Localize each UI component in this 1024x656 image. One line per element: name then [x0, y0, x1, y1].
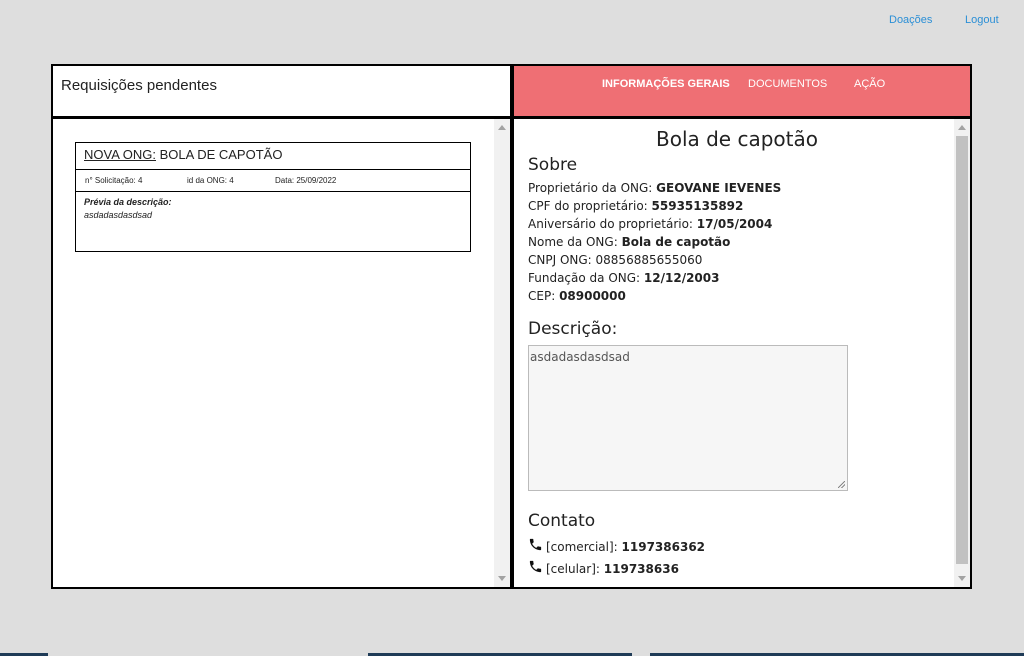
- contact-number: 1197386362: [621, 540, 706, 554]
- info-owner: Proprietário da ONG: GEOVANE IEVENES: [528, 181, 782, 195]
- description-textarea[interactable]: asdadasdasdsad: [528, 345, 848, 491]
- contact-number: 119738636: [603, 562, 679, 576]
- ong-details-content: Bola de capotão Sobre Proprietário da ON…: [528, 127, 946, 576]
- description-title: Descrição:: [528, 319, 618, 339]
- left-scrollbar[interactable]: [494, 119, 510, 587]
- scroll-down-arrow-icon[interactable]: [498, 576, 506, 581]
- description-text: asdadasdasdsad: [530, 350, 630, 364]
- scroll-down-arrow-icon[interactable]: [958, 576, 966, 581]
- right-scrollbar[interactable]: [954, 119, 970, 587]
- scroll-thumb[interactable]: [956, 136, 968, 564]
- contact-type: [comercial]:: [546, 540, 622, 554]
- info-cnpj: CNPJ ONG: 08856885655060: [528, 253, 703, 267]
- pending-requests-title: Requisições pendentes: [61, 77, 217, 94]
- main-frame: Requisições pendentes INFORMAÇÕES GERAIS…: [51, 64, 972, 589]
- ong-title: Bola de capotão: [655, 127, 818, 151]
- donations-link[interactable]: Doações: [889, 14, 932, 26]
- right-panel-tabs: INFORMAÇÕES GERAIS DOCUMENTOS AÇÃO: [514, 66, 970, 116]
- info-cpf: CPF do proprietário: 55935135892: [528, 199, 744, 213]
- scroll-up-arrow-icon[interactable]: [498, 125, 506, 130]
- info-foundation: Fundação da ONG: 12/12/2003: [528, 271, 720, 285]
- info-cep: CEP: 08900000: [528, 289, 626, 303]
- description-preview: Prévia da descrição: asdadasdasdsad: [76, 192, 470, 220]
- request-number: n° Solicitação: 4: [85, 176, 143, 185]
- contact-type: [celular]:: [546, 562, 604, 576]
- resize-grip-icon[interactable]: [838, 481, 845, 488]
- ong-name: BOLA DE CAPOTÃO: [156, 147, 283, 162]
- request-card[interactable]: NOVA ONG: BOLA DE CAPOTÃO n° Solicitação…: [75, 142, 471, 252]
- info-birthday: Aniversário do proprietário: 17/05/2004: [528, 217, 773, 231]
- ong-details-panel[interactable]: Bola de capotão Sobre Proprietário da ON…: [514, 119, 970, 587]
- tab-action[interactable]: AÇÃO: [854, 78, 885, 90]
- tab-general-info[interactable]: INFORMAÇÕES GERAIS: [602, 78, 730, 90]
- request-card-title: NOVA ONG: BOLA DE CAPOTÃO: [76, 143, 470, 170]
- ong-info-list: Proprietário da ONG: GEOVANE IEVENES CPF…: [528, 179, 946, 305]
- contact-mobile: [celular]: 119738636: [528, 559, 679, 576]
- contact-commercial: [comercial]: 1197386362: [528, 537, 706, 554]
- phone-icon: [529, 538, 542, 551]
- contact-title: Contato: [528, 511, 596, 531]
- pending-requests-list[interactable]: NOVA ONG: BOLA DE CAPOTÃO n° Solicitação…: [53, 119, 510, 587]
- scroll-up-arrow-icon[interactable]: [958, 125, 966, 130]
- info-ong-name: Nome da ONG: Bola de capotão: [528, 235, 731, 249]
- request-date: Data: 25/09/2022: [275, 176, 337, 185]
- about-title: Sobre: [528, 155, 578, 175]
- phone-icon: [529, 560, 542, 573]
- logout-link[interactable]: Logout: [965, 14, 999, 26]
- left-panel-header: Requisições pendentes: [53, 66, 510, 116]
- new-ong-label: NOVA ONG:: [84, 147, 156, 162]
- request-meta: n° Solicitação: 4 id da ONG: 4 Data: 25/…: [76, 170, 470, 192]
- top-nav: Doações Logout: [0, 14, 1024, 30]
- preview-text: asdadasdasdsad: [84, 210, 153, 220]
- ong-id: id da ONG: 4: [187, 176, 234, 185]
- tab-documents[interactable]: DOCUMENTOS: [748, 78, 827, 90]
- preview-label: Prévia da descrição:: [84, 197, 172, 207]
